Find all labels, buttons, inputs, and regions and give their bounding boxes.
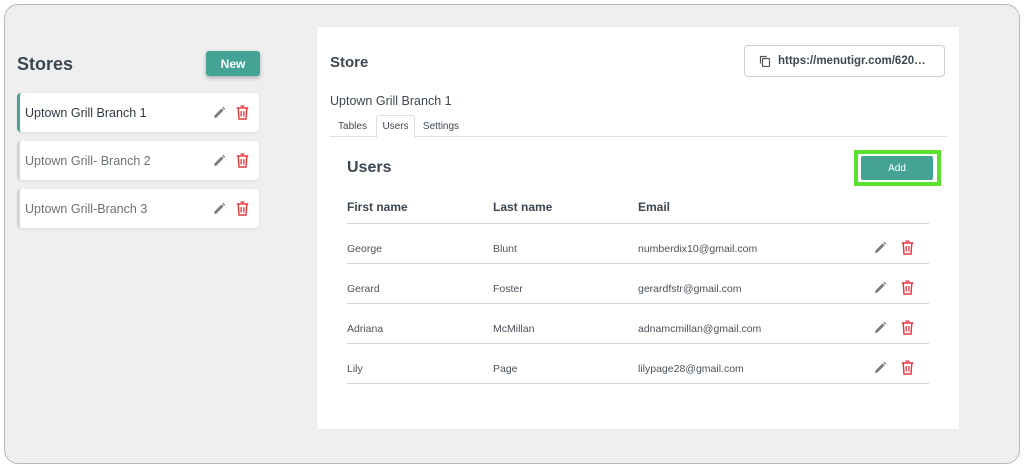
trash-icon[interactable] [901,360,914,375]
stores-title: Stores [17,54,74,74]
trash-icon[interactable] [901,280,914,295]
pencil-icon[interactable] [873,361,887,375]
store-item[interactable]: Uptown Grill- Branch 2 [17,141,259,180]
store-item-label: Uptown Grill- Branch 2 [25,153,151,168]
store-item[interactable]: Uptown Grill-Branch 3 [17,189,259,228]
add-user-button[interactable]: Add [861,156,933,180]
cell-email: gerardfstr@gmail.com [638,283,742,295]
store-url: https://menutigr.com/620… [778,55,926,67]
store-name: Uptown Grill Branch 1 [330,94,452,108]
tab-tables[interactable]: Tables [330,115,375,137]
cell-last-name: McMillan [493,323,535,335]
cell-last-name: Foster [493,283,523,295]
cell-first-name: Lily [347,363,363,375]
page-title: Store [330,54,369,71]
cell-last-name: Blunt [493,243,517,255]
tab-users[interactable]: Users [376,115,415,138]
row-divider [347,343,929,344]
cell-first-name: Adriana [347,323,384,335]
copy-icon [759,55,771,67]
app-frame: Stores New Uptown Grill Branch 1 Uptown … [4,4,1020,464]
store-panel: Store https://menutigr.com/620… Uptown G… [317,27,959,429]
pencil-icon[interactable] [873,281,887,295]
cell-last-name: Page [493,363,518,375]
column-header-last-name: Last name [493,200,553,214]
pencil-icon[interactable] [212,202,226,216]
row-divider [347,263,929,264]
tab-settings[interactable]: Settings [416,115,466,137]
cell-first-name: George [347,243,383,255]
users-section-title: Users [347,159,392,176]
trash-icon[interactable] [236,105,249,120]
trash-icon[interactable] [901,320,914,335]
pencil-icon[interactable] [873,321,887,335]
cell-first-name: Gerard [347,283,380,295]
pencil-icon[interactable] [873,241,887,255]
cell-email: adnamcmillan@gmail.com [638,323,762,335]
trash-icon[interactable] [236,153,249,168]
row-divider [347,383,929,384]
pencil-icon[interactable] [212,154,226,168]
column-header-email: Email [638,200,671,214]
pencil-icon[interactable] [212,106,226,120]
row-divider [347,303,929,304]
trash-icon[interactable] [236,201,249,216]
cell-email: numberdix10@gmail.com [638,243,758,255]
tab-bar: Tables Users Settings [330,115,947,138]
store-item-label: Uptown Grill-Branch 3 [25,201,148,216]
header-divider [347,223,929,224]
store-item-label: Uptown Grill Branch 1 [25,105,147,120]
add-button-highlight: Add [854,150,941,186]
store-item[interactable]: Uptown Grill Branch 1 [17,93,259,132]
store-url-copy-button[interactable]: https://menutigr.com/620… [744,45,945,77]
trash-icon[interactable] [901,240,914,255]
column-header-first-name: First name [347,200,408,214]
cell-email: lilypage28@gmail.com [638,363,744,375]
new-store-button[interactable]: New [206,51,260,76]
